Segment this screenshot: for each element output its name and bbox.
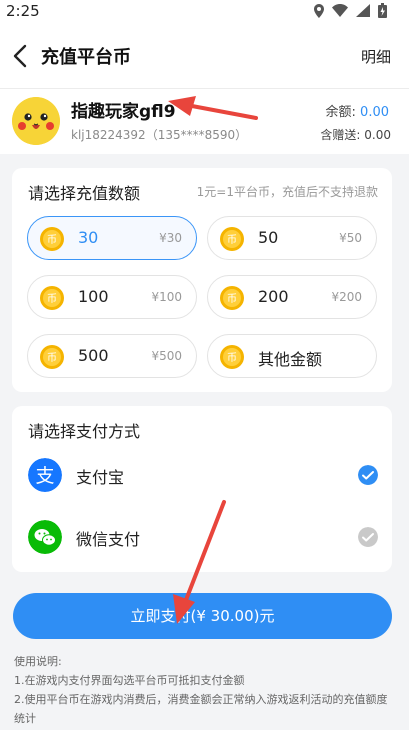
coin-icon: 币 [40,227,64,251]
payment-label: 微信支付 [76,530,141,549]
coin-icon: 币 [40,345,64,369]
balance-label: 余额: [325,105,361,120]
amount-value: 其他金额 [258,350,323,369]
svg-text:支: 支 [35,465,54,487]
payment-heading: 请选择支付方式 [28,422,141,441]
notes-line: 2.使用平台币在游戏内消费后，消费金额会正常纳入游戏返利活动的充值额度统计 [14,693,388,725]
gift-balance: 含赠送: 0.00 [320,128,391,142]
page-title: 充值平台币 [41,47,131,68]
amount-value: 200 [258,287,289,306]
amount-option-50[interactable]: 币 50 ¥50 [207,216,377,260]
amount-price: ¥100 [151,290,182,304]
amount-value: 100 [78,287,109,306]
detail-link[interactable]: 明细 [361,46,391,67]
svg-text:币: 币 [227,293,237,305]
amount-option-100[interactable]: 币 100 ¥100 [27,275,197,319]
user-info: 指趣玩家gfl9 klj18224392（135****8590） 余额: 0.… [0,88,409,154]
battery-icon [378,3,387,18]
amount-option-30[interactable]: 币 30 ¥30 [27,216,197,260]
recharge-card: 请选择充值数额 1元=1平台币，充值后不支持退款 币 30 ¥30 币 50 ¥… [12,168,392,392]
amount-price: ¥30 [159,231,182,245]
check-selected-icon[interactable] [358,465,378,485]
payment-option-alipay[interactable]: 支 支付宝 [12,448,392,502]
nav-bar: 充值平台币 明细 [0,24,409,88]
payment-label: 支付宝 [76,468,125,487]
svg-text:币: 币 [47,352,57,364]
wechat-icon [28,520,62,554]
amount-option-200[interactable]: 币 200 ¥200 [207,275,377,319]
status-time: 2:25 [6,2,40,20]
signal-icon [356,4,370,17]
status-bar: 2:25 [0,0,409,24]
payment-card: 请选择支付方式 支 支付宝 微信支付 [12,406,392,572]
balance-value: 0.00 [360,105,389,120]
svg-text:币: 币 [47,293,57,305]
amount-value: 30 [78,228,99,247]
recharge-heading: 请选择充值数额 [28,184,141,203]
notes-title: 使用说明: [14,655,62,668]
alipay-icon: 支 [28,458,62,492]
amount-price: ¥500 [151,349,182,363]
svg-text:币: 币 [227,352,237,364]
pay-now-button[interactable]: 立即支付(¥ 30.00)元 [13,593,392,639]
svg-text:币: 币 [47,234,57,246]
recharge-hint: 1元=1平台币，充值后不支持退款 [196,185,378,199]
amount-value: 500 [78,346,109,365]
svg-text:币: 币 [227,234,237,246]
avatar [12,97,60,145]
user-account: klj18224392（135****8590） [71,128,248,142]
location-icon [314,3,324,18]
back-arrow-icon[interactable] [10,42,32,70]
payment-option-wechat[interactable]: 微信支付 [12,510,392,564]
usage-notes: 使用说明: 1.在游戏内支付界面勾选平台币可抵扣支付金额 2.使用平台币在游戏内… [14,652,396,728]
notes-line: 1.在游戏内支付界面勾选平台币可抵扣支付金额 [14,674,245,687]
amount-price: ¥200 [331,290,362,304]
amount-option-other[interactable]: 币 其他金额 [207,334,377,378]
pikachu-avatar-icon [12,97,60,145]
amount-value: 50 [258,228,279,247]
amount-option-500[interactable]: 币 500 ¥500 [27,334,197,378]
coin-icon: 币 [220,345,244,369]
coin-icon: 币 [40,286,64,310]
balance: 余额: 0.00 [326,101,389,120]
user-name: 指趣玩家gfl9 [71,102,176,122]
coin-icon: 币 [220,286,244,310]
coin-icon: 币 [220,227,244,251]
check-unselected-icon[interactable] [358,527,378,547]
amount-price: ¥50 [339,231,362,245]
wifi-icon [332,4,348,17]
status-icons [314,3,387,18]
